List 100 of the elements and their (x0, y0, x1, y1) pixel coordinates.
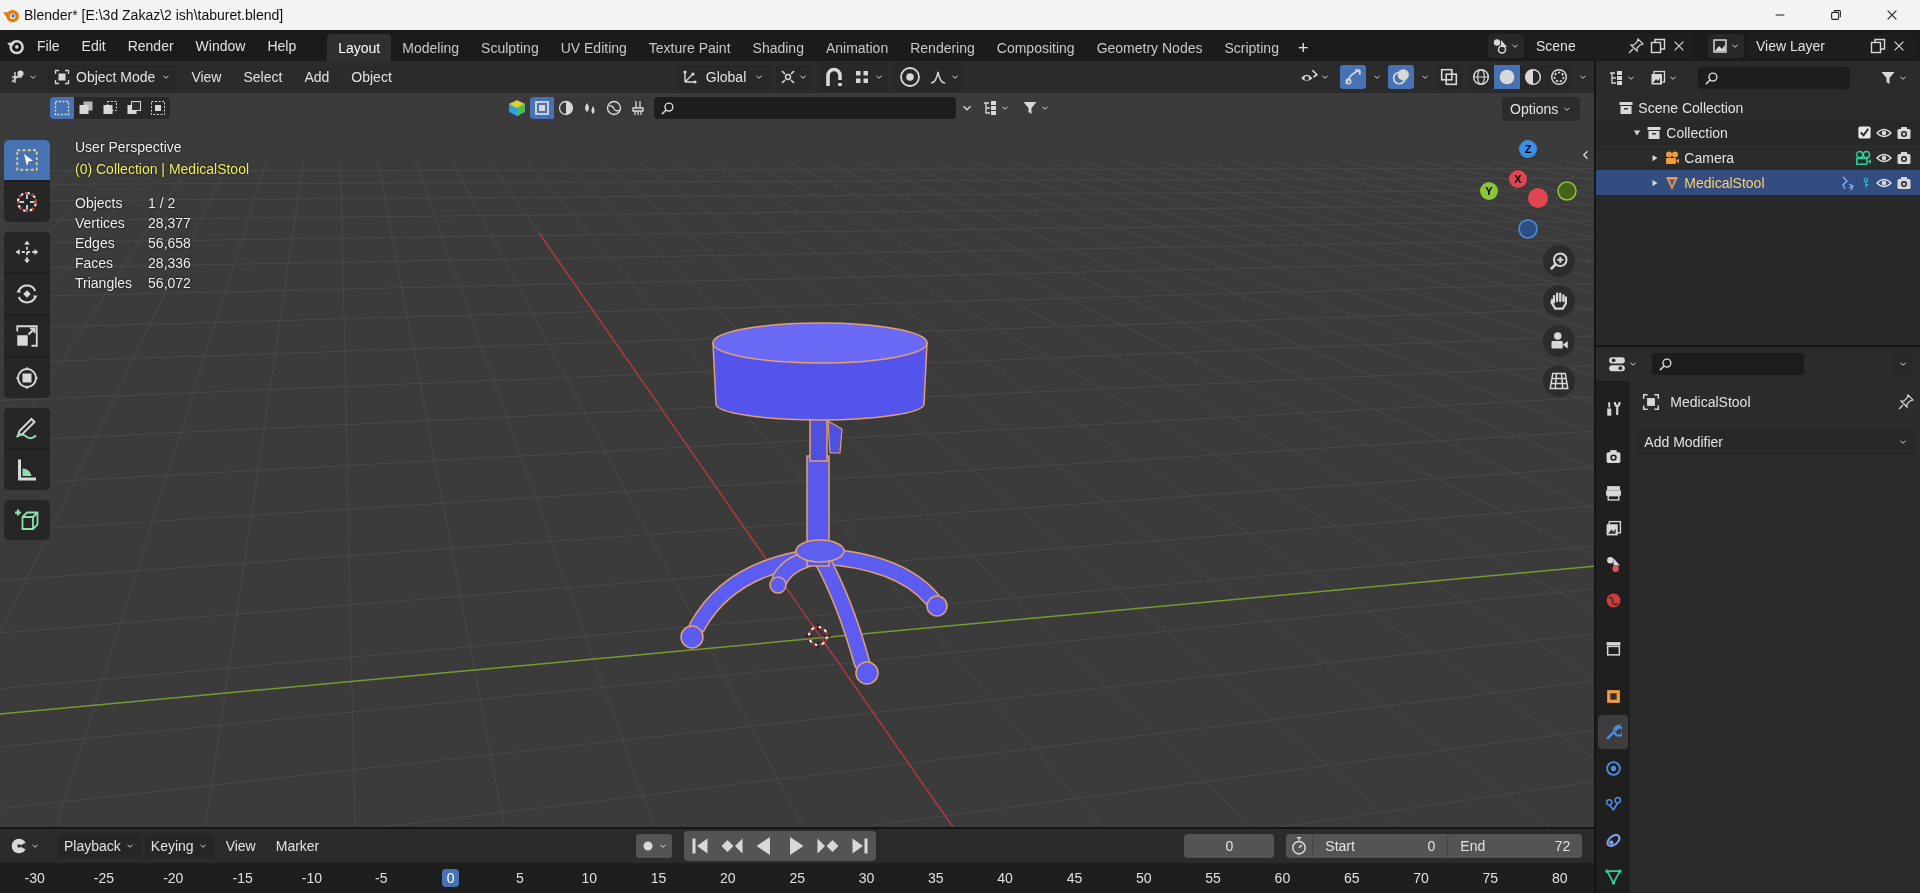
add-cube-icon (15, 508, 39, 532)
add-cube-tool[interactable] (4, 500, 50, 540)
move-tool[interactable] (4, 232, 50, 272)
workspace-tab[interactable]: Rendering (899, 34, 986, 61)
checkbox[interactable] (1857, 125, 1872, 140)
menu-item[interactable]: Render (118, 32, 183, 59)
menu-item[interactable]: Add (296, 65, 338, 89)
pan-button[interactable] (1543, 285, 1575, 317)
select-box-icon (15, 148, 39, 172)
camera-icon[interactable] (1896, 124, 1912, 141)
workspace-tab[interactable]: Texture Paint (637, 34, 742, 61)
view-layer-type-dropdown[interactable] (1708, 33, 1744, 58)
menu-item[interactable]: Marker (267, 834, 328, 859)
axis-handle[interactable]: X (1509, 170, 1527, 188)
camera-icon[interactable] (1896, 174, 1912, 191)
current-frame-field[interactable]: 0 (1184, 834, 1275, 859)
shading-button[interactable] (1494, 65, 1521, 89)
record-button[interactable] (635, 834, 672, 859)
search-field[interactable] (1652, 353, 1805, 375)
zoom-button[interactable] (1543, 245, 1575, 277)
workspace-tab[interactable]: Scripting (1213, 34, 1290, 61)
axis-handle[interactable]: Z (1519, 140, 1537, 158)
frame-tick: 70 (1412, 869, 1430, 888)
sphere-icon (1550, 68, 1569, 86)
window-title: Blender* [E:\3d Zakaz\2 ish\taburet.blend] (24, 7, 285, 23)
axis-handle[interactable] (1557, 181, 1577, 201)
color-cube-icon[interactable] (508, 99, 526, 117)
measure-tool[interactable] (4, 450, 50, 490)
add-modifier-dropdown[interactable]: Add Modifier (1638, 429, 1914, 455)
projection-button[interactable] (1543, 365, 1575, 397)
outliner-item[interactable]: Collection (1666, 124, 1853, 141)
stat-label: Edges (75, 233, 149, 253)
axis-handle[interactable]: Y (1480, 182, 1498, 200)
annotate-tool[interactable] (4, 408, 50, 448)
camera-icon[interactable] (1896, 149, 1912, 166)
squares-icon (150, 100, 166, 116)
annotate-icon (15, 416, 39, 440)
frame-tick: 60 (1273, 869, 1292, 888)
workspace-tab[interactable]: Geometry Nodes (1085, 34, 1214, 61)
axis-handle[interactable] (1528, 188, 1548, 208)
frame-tick: -25 (92, 869, 116, 888)
search-icon (1704, 70, 1720, 86)
search-field[interactable] (1698, 67, 1851, 89)
copy-icon[interactable] (1870, 37, 1886, 54)
gizmo-toggle[interactable] (1340, 65, 1367, 89)
workspace-tab[interactable]: Shading (741, 34, 815, 61)
frame-tick: 20 (719, 869, 737, 888)
scale-tool[interactable] (4, 316, 50, 356)
workspace-tab[interactable]: Compositing (985, 34, 1086, 61)
rotate-tool[interactable] (4, 274, 50, 314)
square-icon[interactable] (534, 100, 550, 116)
workspace-tab[interactable]: Sculpting (470, 34, 550, 61)
frame-tick: -15 (231, 869, 254, 888)
orientation-dropdown[interactable]: Global (675, 65, 771, 89)
menu-item[interactable]: View (183, 65, 230, 89)
add-workspace-button[interactable]: + (1289, 35, 1317, 61)
scene-type-dropdown[interactable] (1488, 33, 1524, 58)
modifier-icon[interactable] (1840, 174, 1856, 191)
menu-item[interactable]: Select (235, 65, 291, 89)
menu-item[interactable]: Edit (72, 32, 115, 59)
outliner-item[interactable]: MedicalStool (1684, 174, 1836, 191)
outliner-row[interactable]: Collection (1596, 120, 1920, 145)
workspace-tab[interactable]: UV Editing (549, 34, 638, 61)
menu-item[interactable]: File (28, 32, 69, 59)
menu-dropdown[interactable]: Keying (144, 834, 214, 859)
menu-dropdown[interactable]: Playback (58, 834, 141, 859)
workspace-tab[interactable]: Layout (327, 34, 392, 61)
search-field[interactable] (654, 97, 956, 119)
outliner-item[interactable]: Camera (1684, 149, 1850, 166)
axis-handle[interactable] (1518, 219, 1538, 239)
curve-icon (930, 69, 947, 85)
mode-dropdown[interactable]: Object Mode (48, 65, 178, 89)
workspace-tab[interactable]: Modeling (391, 34, 471, 61)
menu-item[interactable]: View (217, 834, 264, 859)
scene-icon (1492, 37, 1508, 54)
copy-icon[interactable] (1650, 37, 1666, 54)
options-dropdown[interactable]: Options (1502, 97, 1581, 121)
axes-icon (10, 69, 26, 85)
grid-icon (854, 69, 871, 85)
outliner-row[interactable]: MedicalStool (1596, 170, 1920, 195)
menu-item[interactable]: Object (343, 65, 400, 89)
camera-view-button[interactable] (1543, 325, 1575, 357)
sphere-icon (1472, 68, 1491, 86)
outliner-item[interactable]: Scene Collection (1638, 99, 1912, 116)
squares-icon (54, 100, 70, 116)
cursor-tool[interactable] (4, 182, 50, 222)
transform-tool[interactable] (4, 358, 50, 398)
frame-tick: -20 (162, 869, 185, 888)
squares-icon (78, 100, 94, 116)
scene-icon (1604, 555, 1622, 573)
playhead[interactable]: 0 (441, 869, 460, 888)
movie-camera-icon[interactable] (1854, 148, 1872, 167)
workspace-tab[interactable]: Animation (814, 34, 900, 61)
properties-tab[interactable] (1598, 715, 1629, 749)
end-frame-field[interactable]: End 72 (1447, 834, 1583, 859)
menu-item[interactable]: Help (258, 32, 306, 59)
overlay-toggle[interactable] (1388, 65, 1415, 89)
menu-item[interactable]: Window (186, 32, 255, 59)
image-icon (1650, 70, 1667, 86)
link-icon (1604, 831, 1622, 849)
